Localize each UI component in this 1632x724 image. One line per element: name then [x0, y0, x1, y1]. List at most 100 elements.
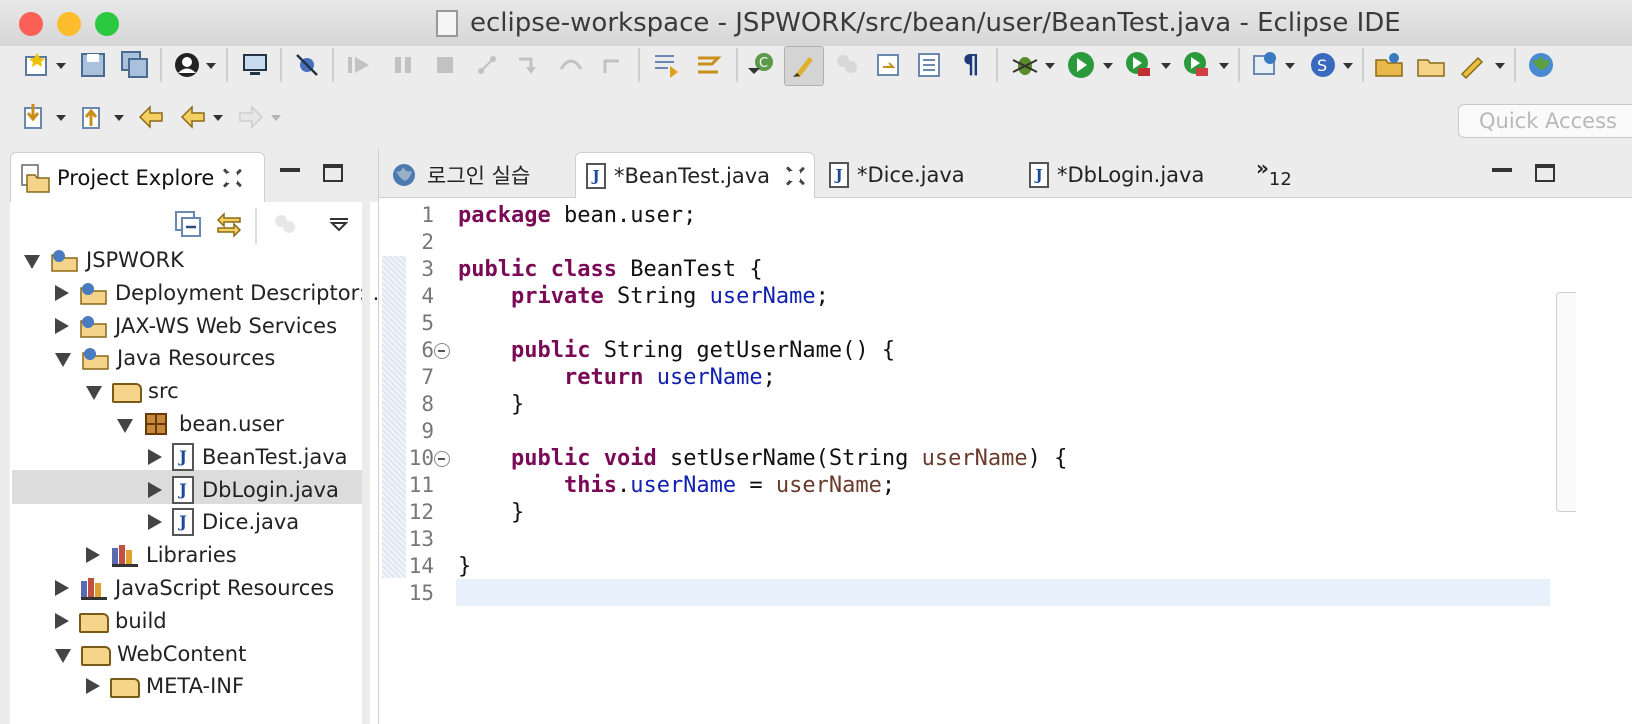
drop-to-frame-icon[interactable] — [650, 48, 684, 82]
save-all-icon[interactable] — [118, 48, 152, 82]
code-line[interactable]: private String userName; — [458, 283, 829, 310]
maximize-panel-button[interactable] — [323, 164, 343, 182]
tree-item[interactable]: Java Resources — [55, 342, 275, 374]
code-line[interactable]: } — [458, 391, 524, 418]
link-with-editor-icon[interactable] — [212, 208, 246, 242]
code-line[interactable]: package bean.user; — [458, 202, 696, 229]
editor-tab[interactable]: 로그인 실습 — [385, 152, 571, 198]
view-menu-icon[interactable] — [322, 208, 356, 242]
tree-item[interactable]: JAX-WS Web Services — [55, 310, 337, 342]
prev-annotation-dropdown[interactable] — [113, 114, 125, 122]
minimize-editor-button[interactable] — [1492, 168, 1512, 172]
editor-overview-ruler[interactable] — [1556, 292, 1576, 512]
code-line[interactable]: public class BeanTest { — [458, 256, 763, 283]
tree-item[interactable]: J Dice.java — [148, 506, 299, 538]
new-service-dropdown[interactable] — [1342, 62, 1354, 70]
zoom-window-button[interactable] — [95, 12, 119, 36]
quick-access-input[interactable]: Quick Access — [1458, 104, 1632, 138]
task-icon[interactable] — [912, 48, 946, 82]
run-external-icon[interactable] — [1180, 48, 1214, 82]
new-service-icon[interactable]: S — [1306, 48, 1340, 82]
next-annotation-dropdown[interactable] — [55, 114, 67, 122]
collapsed-twistie-icon[interactable] — [55, 580, 69, 596]
coverage-icon[interactable] — [1122, 48, 1156, 82]
open-folder-icon[interactable] — [1372, 48, 1406, 82]
tree-item[interactable]: J DbLogin.java — [148, 474, 339, 506]
expanded-twistie-icon[interactable] — [117, 419, 133, 433]
use-step-filters-icon[interactable] — [692, 48, 726, 82]
tree-item[interactable]: META-INF — [86, 670, 244, 702]
mark-occurrences-icon[interactable] — [784, 46, 824, 86]
editor-tab[interactable]: J *DbLogin.java — [1019, 152, 1239, 198]
coverage-dropdown[interactable] — [1160, 62, 1172, 70]
tree-item[interactable]: src — [86, 375, 179, 407]
expanded-twistie-icon[interactable] — [24, 255, 40, 269]
code-line[interactable]: } — [458, 499, 524, 526]
monitor-icon[interactable] — [238, 48, 272, 82]
minimize-window-button[interactable] — [57, 12, 81, 36]
run-icon[interactable] — [1064, 48, 1098, 82]
collapsed-twistie-icon[interactable] — [148, 481, 162, 498]
code-line[interactable]: public void setUserName(String userName)… — [458, 445, 1067, 472]
collapsed-twistie-icon[interactable] — [55, 284, 69, 301]
close-window-button[interactable] — [19, 12, 43, 36]
tree-item[interactable]: WebContent — [55, 638, 246, 670]
new-server-icon[interactable] — [1248, 48, 1282, 82]
last-edit-icon[interactable] — [134, 100, 168, 134]
editor-tab-overflow[interactable]: »12 — [1256, 156, 1292, 190]
tree-item[interactable]: Deployment Descriptor: . — [55, 277, 379, 309]
tree-item[interactable]: bean.user — [117, 408, 284, 440]
new-server-dropdown[interactable] — [1284, 62, 1296, 70]
tree-item[interactable]: build — [55, 605, 167, 637]
tree-item[interactable]: Libraries — [86, 539, 237, 571]
close-icon[interactable] — [221, 167, 243, 189]
new-wizard-dropdown[interactable] — [55, 62, 67, 70]
new-class-icon[interactable]: C — [744, 48, 778, 82]
fold-toggle-icon[interactable] — [434, 343, 450, 359]
expanded-twistie-icon[interactable] — [55, 648, 71, 663]
debug-icon[interactable] — [1008, 48, 1042, 82]
code-line[interactable]: } — [458, 553, 471, 580]
panel-sash[interactable] — [362, 152, 370, 724]
new-wizard-icon[interactable] — [20, 48, 54, 82]
collapse-all-icon[interactable] — [172, 208, 206, 242]
collapsed-twistie-icon[interactable] — [86, 678, 100, 695]
close-tab-icon[interactable] — [784, 165, 806, 187]
back-icon[interactable] — [176, 100, 210, 134]
run-dropdown[interactable] — [1102, 62, 1114, 70]
show-whitespace-icon[interactable] — [872, 48, 906, 82]
expanded-twistie-icon[interactable] — [86, 386, 102, 401]
collapsed-twistie-icon[interactable] — [148, 514, 162, 531]
expanded-twistie-icon[interactable] — [55, 353, 71, 368]
debug-dropdown[interactable] — [1044, 62, 1056, 70]
open-project-icon[interactable] — [1414, 48, 1448, 82]
run-external-dropdown[interactable] — [1218, 62, 1230, 70]
project-explorer-tab[interactable]: Project Explore — [10, 152, 265, 202]
back-dropdown[interactable] — [212, 114, 224, 122]
user-dropdown[interactable] — [205, 62, 217, 70]
editor-tab[interactable]: J *Dice.java — [819, 152, 1009, 198]
skip-breakpoints-icon[interactable] — [290, 48, 324, 82]
tree-item[interactable]: JSPWORK — [24, 244, 184, 276]
collapsed-twistie-icon[interactable] — [148, 448, 162, 465]
code-line[interactable]: return userName; — [458, 364, 776, 391]
code-line[interactable]: public String getUserName() { — [458, 337, 895, 364]
prev-annotation-icon[interactable] — [76, 100, 110, 134]
next-annotation-icon[interactable] — [18, 100, 52, 134]
user-icon[interactable] — [170, 48, 204, 82]
collapsed-twistie-icon[interactable] — [86, 547, 100, 564]
tool-dropdown[interactable] — [1494, 62, 1506, 70]
globe-icon[interactable] — [1524, 48, 1558, 82]
collapsed-twistie-icon[interactable] — [55, 317, 69, 334]
editor-tab[interactable]: J *BeanTest.java — [575, 152, 815, 198]
code-line[interactable]: this.userName = userName; — [458, 472, 895, 499]
collapsed-twistie-icon[interactable] — [55, 612, 69, 629]
maximize-editor-button[interactable] — [1535, 164, 1555, 182]
minimize-panel-button[interactable] — [280, 168, 300, 172]
fold-toggle-icon[interactable] — [434, 451, 450, 467]
tool-icon[interactable] — [1456, 48, 1490, 82]
save-icon[interactable] — [76, 48, 110, 82]
pilcrow-icon[interactable]: ¶ — [954, 48, 988, 82]
tree-item[interactable]: JavaScript Resources — [55, 572, 334, 604]
tree-item[interactable]: J BeanTest.java — [148, 441, 348, 473]
